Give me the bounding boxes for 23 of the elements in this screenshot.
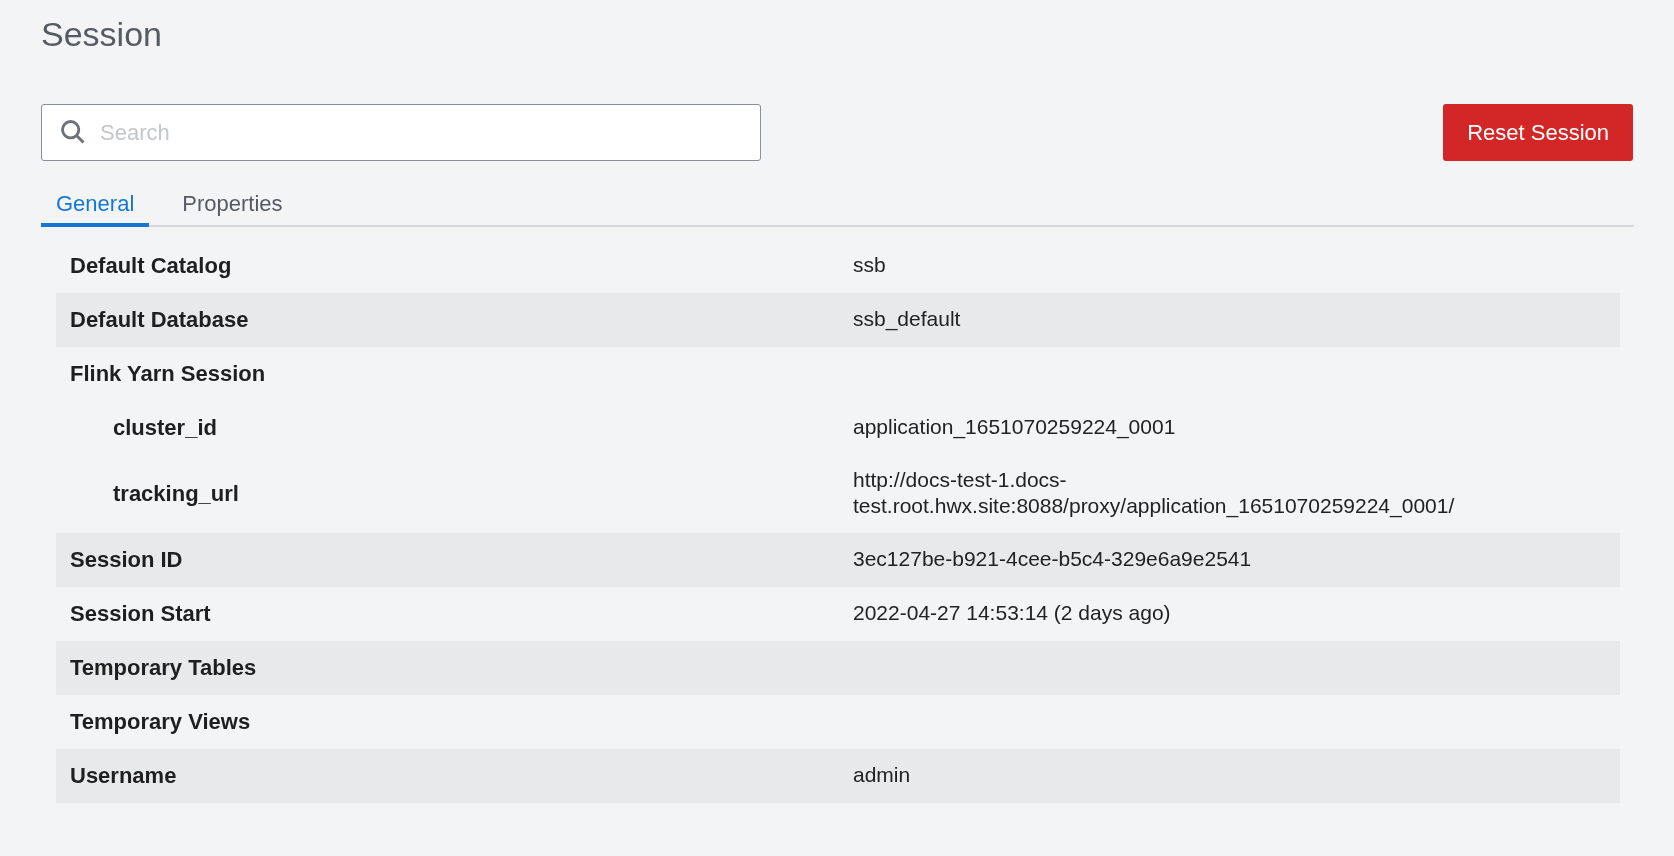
property-name: Temporary Tables [70,655,257,680]
property-name: cluster_id [113,415,217,440]
search-icon [59,118,87,146]
property-name: Default Catalog [70,253,232,278]
property-name: Flink Yarn Session [70,361,266,386]
property-value: admin [853,763,911,786]
tab[interactable]: General [41,183,150,227]
page-title: Session [41,14,163,55]
tab[interactable]: Properties [167,183,298,227]
property-name: Session Start [70,601,211,626]
property-value: ssb [853,253,886,276]
property-name: Default Database [70,307,249,332]
property-value: 3ec127be-b921-4cee-b5c4-329e6a9e2541 [853,547,1252,570]
property-value: 2022-04-27 14:53:14 (2 days ago) [853,601,1171,624]
property-name: Temporary Views [70,709,251,734]
property-name: tracking_url [113,481,239,506]
search-field[interactable]: Search [41,104,761,161]
property-value: ssb_default [853,307,961,330]
property-value: http://docs-test-1.docs-test.root.hwx.site:8088/proxy/application_1651070259224_0001/ [853,468,1455,517]
property-value: application_1651070259224_0001 [853,415,1176,438]
property-name: Username [70,763,177,788]
reset-session-button[interactable]: Reset Session [1443,104,1633,161]
property-name: Session ID [70,547,183,572]
